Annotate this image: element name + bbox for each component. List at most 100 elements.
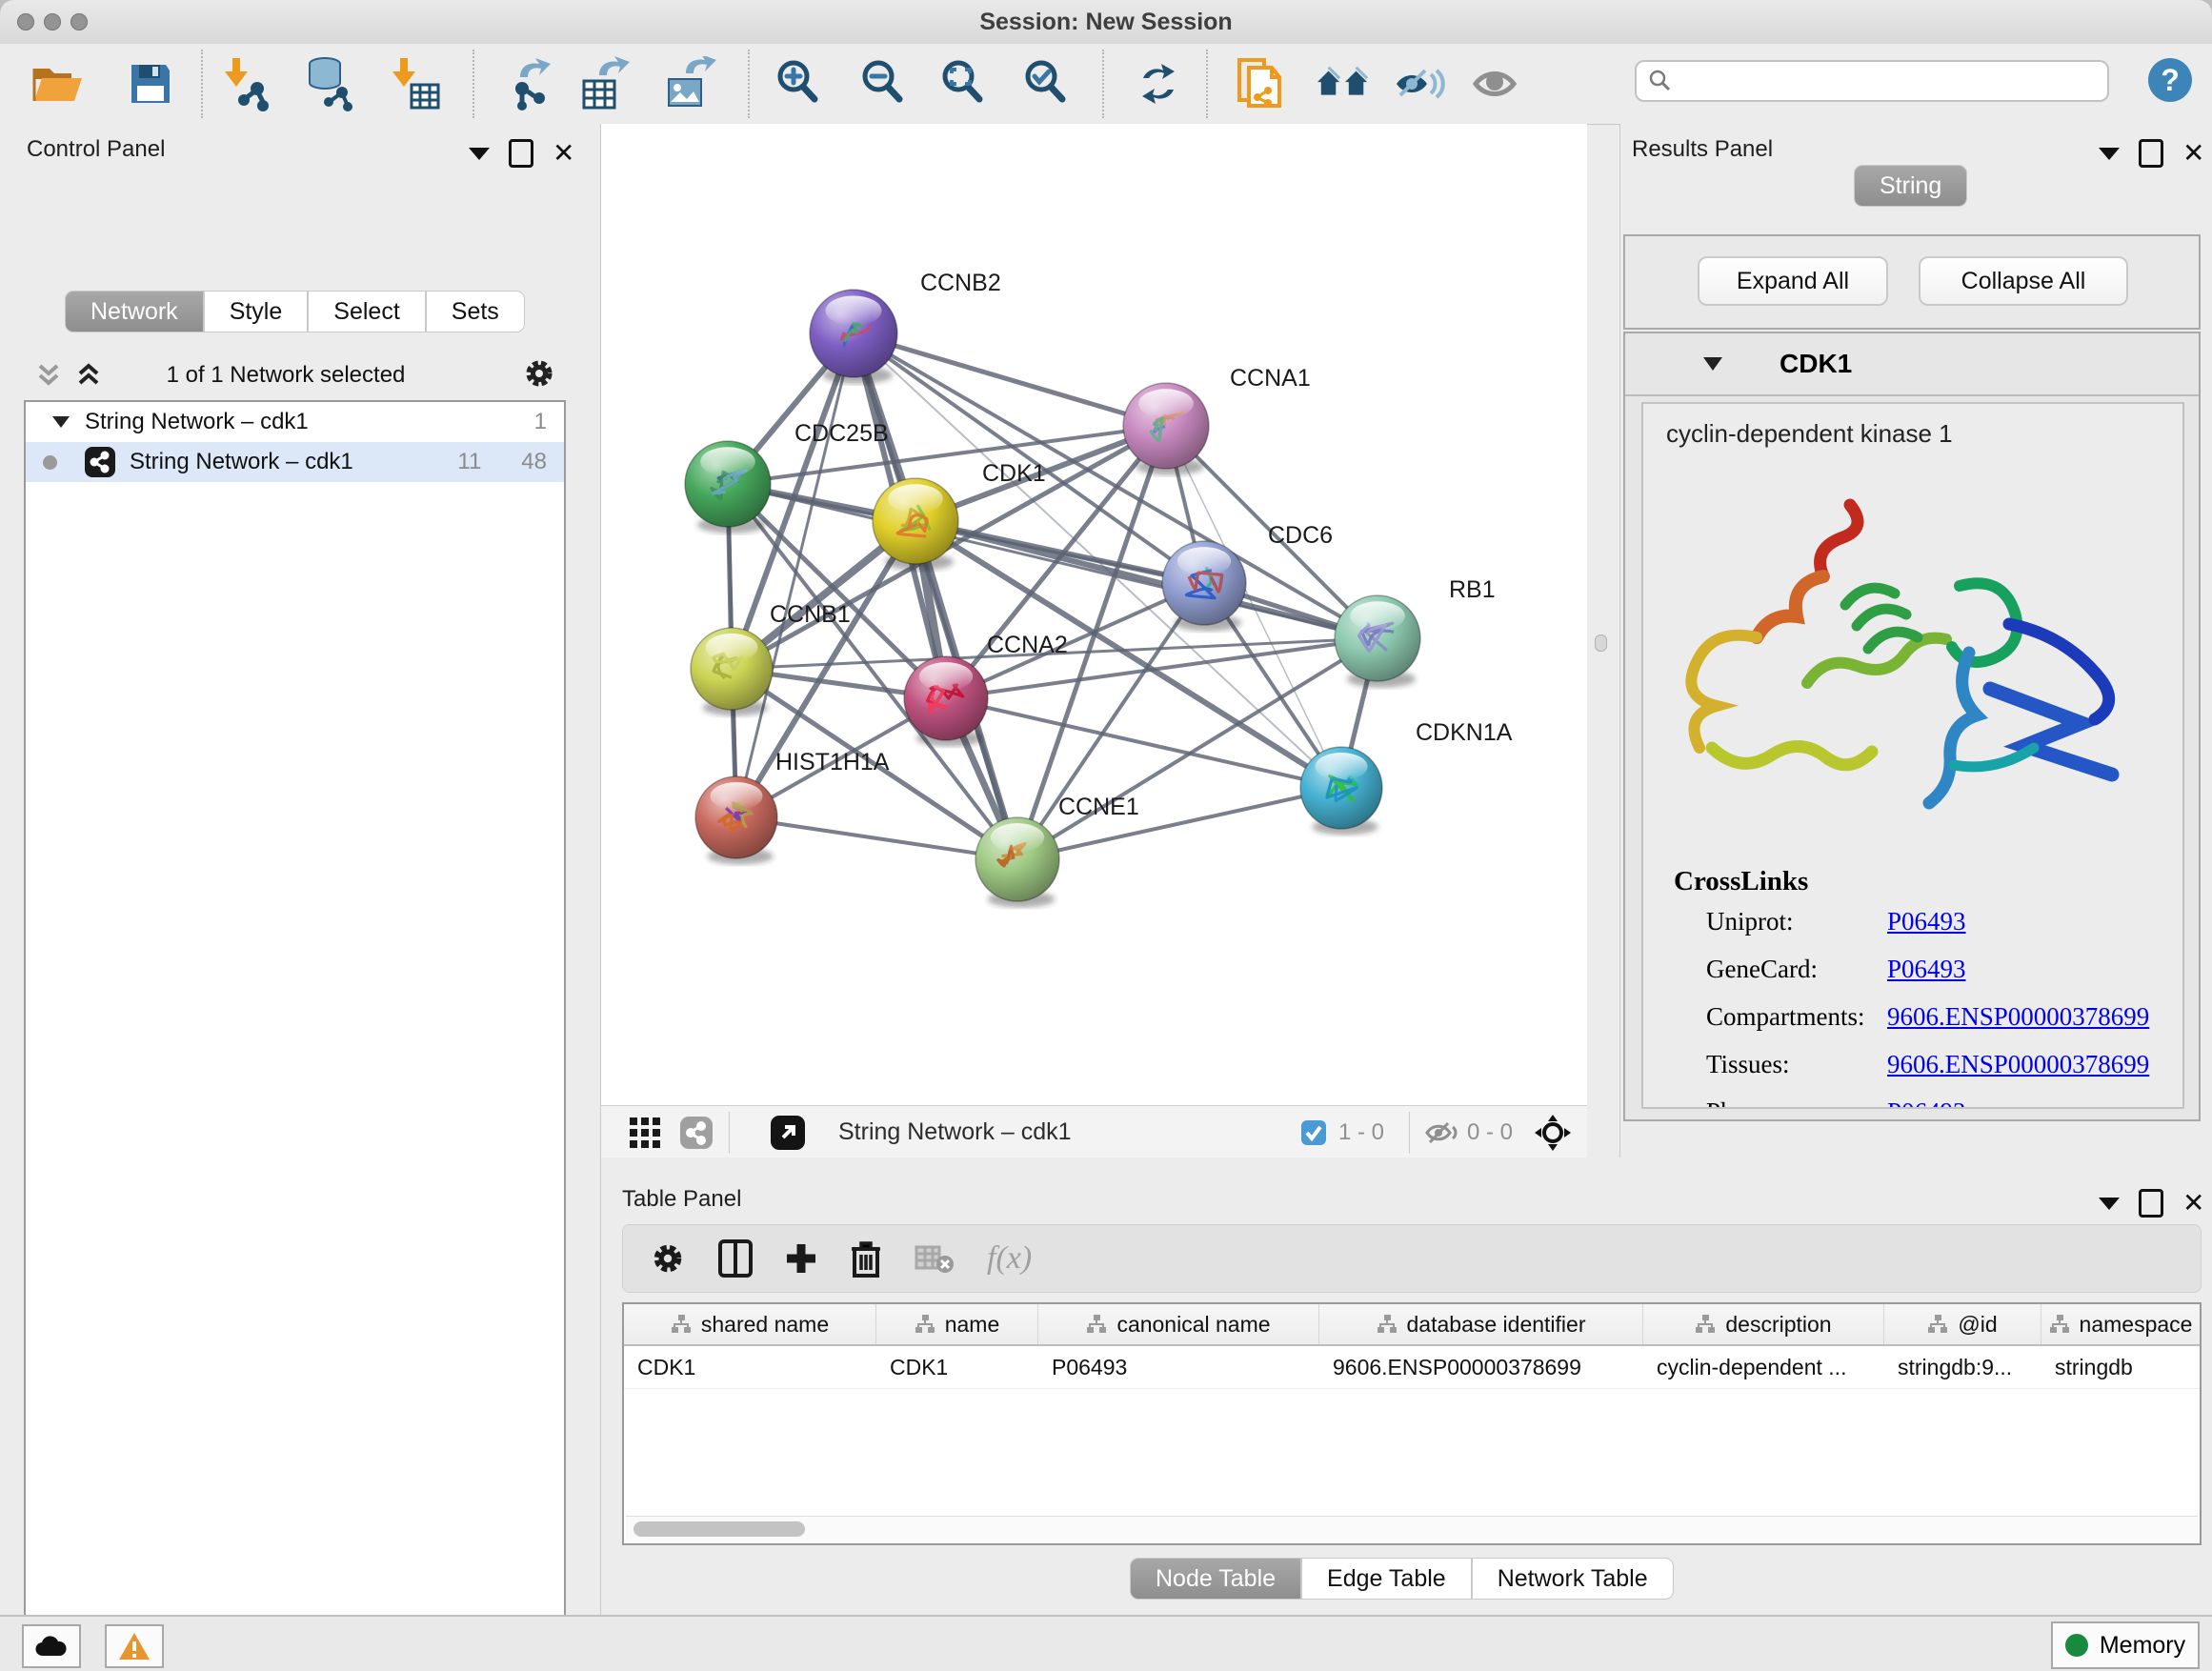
collapse-all-networks-icon[interactable] bbox=[74, 360, 103, 389]
table-panel-menu-icon[interactable] bbox=[2099, 1198, 2120, 1210]
crosslink-uniprot[interactable]: P06493 bbox=[1887, 907, 1966, 936]
import-network-from-database-icon[interactable] bbox=[303, 56, 358, 111]
column-header-canonical-name[interactable]: canonical name bbox=[1038, 1304, 1319, 1344]
save-session-icon[interactable] bbox=[123, 56, 178, 111]
export-image-icon[interactable] bbox=[662, 56, 717, 111]
network-node-cdk1[interactable] bbox=[873, 478, 958, 571]
table-cell[interactable]: stringdb bbox=[2041, 1346, 2200, 1388]
table-options-gear-icon[interactable] bbox=[650, 1240, 686, 1277]
control-panel-tabs: Network Style Select Sets bbox=[65, 291, 525, 332]
network-node-cdc6[interactable] bbox=[1162, 541, 1246, 632]
network-status-dot bbox=[43, 455, 57, 470]
table-row[interactable]: CDK1CDK1P064939606.ENSP00000378699cyclin… bbox=[624, 1346, 2200, 1389]
table-cell[interactable]: CDK1 bbox=[876, 1346, 1038, 1388]
help-icon[interactable]: ? bbox=[2148, 58, 2192, 102]
table-panel-float-icon[interactable] bbox=[2139, 1189, 2163, 1218]
zoom-selected-icon[interactable] bbox=[1019, 56, 1075, 111]
zoom-out-icon[interactable] bbox=[856, 56, 912, 111]
show-graphics-icon[interactable] bbox=[1471, 56, 1526, 111]
network-canvas[interactable]: CCNB2CCNA1CDC25BCDK1CDC6RB1CCNB1CCNA2CDK… bbox=[600, 124, 1587, 1105]
tab-select[interactable]: Select bbox=[308, 291, 425, 332]
network-edge[interactable] bbox=[946, 698, 1341, 788]
import-network-icon[interactable] bbox=[220, 56, 275, 111]
delete-column-icon[interactable] bbox=[850, 1239, 882, 1278]
results-panel-close-icon[interactable]: ✕ bbox=[2182, 142, 2204, 165]
column-header--id[interactable]: @id bbox=[1884, 1304, 2041, 1344]
vertical-splitter-handle[interactable] bbox=[1595, 634, 1607, 652]
table-cell[interactable]: cyclin-dependent ... bbox=[1643, 1346, 1884, 1388]
crosslink-compartments[interactable]: 9606.ENSP00000378699 bbox=[1887, 1002, 2149, 1032]
column-header-namespace[interactable]: namespace bbox=[2041, 1304, 2200, 1344]
network-node-hist1h1a[interactable] bbox=[695, 776, 777, 864]
crosslink-tissues[interactable]: 9606.ENSP00000378699 bbox=[1887, 1050, 2149, 1079]
tab-network-table[interactable]: Network Table bbox=[1472, 1558, 1674, 1600]
collapse-all-button[interactable]: Collapse All bbox=[1919, 256, 2128, 306]
crosslink-genecard[interactable]: P06493 bbox=[1887, 955, 1966, 984]
network-node-cdkn1a[interactable] bbox=[1300, 747, 1382, 835]
cloud-button[interactable] bbox=[22, 1624, 81, 1668]
zoom-in-icon[interactable] bbox=[772, 56, 827, 111]
zoom-fit-icon[interactable] bbox=[936, 56, 992, 111]
control-panel-float-icon[interactable] bbox=[509, 139, 533, 168]
control-panel-close-icon[interactable]: ✕ bbox=[553, 142, 574, 165]
network-node-ccnb1[interactable] bbox=[691, 628, 773, 715]
network-edge[interactable] bbox=[854, 333, 1166, 426]
tab-edge-table[interactable]: Edge Table bbox=[1301, 1558, 1472, 1600]
import-table-icon[interactable] bbox=[388, 56, 443, 111]
results-panel-menu-icon[interactable] bbox=[2099, 148, 2120, 160]
network-node-ccne1[interactable] bbox=[975, 817, 1059, 908]
control-panel-menu-icon[interactable] bbox=[469, 148, 490, 160]
delete-table-icon bbox=[915, 1243, 955, 1274]
home-view-icon[interactable] bbox=[1316, 56, 1371, 111]
tab-string[interactable]: String bbox=[1854, 165, 1967, 207]
section-collapse-icon[interactable] bbox=[1701, 355, 1724, 372]
tab-node-table[interactable]: Node Table bbox=[1130, 1558, 1301, 1600]
export-table-icon[interactable] bbox=[577, 56, 633, 111]
network-row[interactable]: String Network – cdk1 11 48 bbox=[26, 442, 564, 482]
network-edge-count: 48 bbox=[521, 449, 547, 475]
table-cell[interactable]: CDK1 bbox=[624, 1346, 876, 1388]
toolbar-separator bbox=[729, 1112, 730, 1154]
network-options-gear-icon[interactable] bbox=[522, 356, 556, 391]
results-panel-float-icon[interactable] bbox=[2139, 139, 2163, 168]
status-bar: Memory bbox=[0, 1615, 2212, 1671]
column-header-description[interactable]: description bbox=[1643, 1304, 1884, 1344]
birds-eye-navigate-icon[interactable] bbox=[1534, 1114, 1572, 1152]
network-view-mode-icon[interactable] bbox=[679, 1116, 714, 1150]
column-header-shared-name[interactable]: shared name bbox=[624, 1304, 876, 1344]
table-cell[interactable]: 9606.ENSP00000378699 bbox=[1319, 1346, 1643, 1388]
network-node-cdc25b[interactable] bbox=[685, 441, 771, 534]
collection-expand-icon[interactable] bbox=[50, 414, 71, 430]
cloud-icon bbox=[35, 1635, 68, 1658]
selected-items-checkbox-icon[interactable] bbox=[1300, 1119, 1327, 1146]
tab-style[interactable]: Style bbox=[204, 291, 309, 332]
table-cell[interactable]: P06493 bbox=[1038, 1346, 1319, 1388]
refresh-icon[interactable] bbox=[1131, 56, 1186, 111]
tab-network[interactable]: Network bbox=[65, 291, 204, 332]
network-node-rb1[interactable] bbox=[1335, 595, 1420, 688]
node-section-header[interactable]: CDK1 bbox=[1625, 333, 2199, 396]
column-header-name[interactable]: name bbox=[876, 1304, 1038, 1344]
crosslink-pharos[interactable]: P06493 bbox=[1887, 1097, 1966, 1109]
expand-all-button[interactable]: Expand All bbox=[1698, 256, 1888, 306]
network-collection-row[interactable]: String Network – cdk1 1 bbox=[26, 402, 564, 442]
open-file-icon[interactable] bbox=[30, 56, 86, 111]
network-node-ccna2[interactable] bbox=[904, 656, 988, 747]
grid-view-icon[interactable] bbox=[628, 1116, 662, 1150]
warnings-button[interactable] bbox=[105, 1624, 164, 1668]
hide-unhide-icon[interactable] bbox=[1392, 56, 1447, 111]
expand-all-networks-icon[interactable] bbox=[34, 360, 63, 389]
column-header-database-identifier[interactable]: database identifier bbox=[1319, 1304, 1643, 1344]
detach-view-icon[interactable] bbox=[770, 1115, 806, 1151]
scrollbar-thumb[interactable] bbox=[633, 1521, 805, 1537]
table-horizontal-scrollbar[interactable] bbox=[626, 1516, 2198, 1541]
duplicate-network-icon[interactable] bbox=[1233, 56, 1288, 111]
memory-button[interactable]: Memory bbox=[2051, 1621, 2200, 1669]
tab-sets[interactable]: Sets bbox=[426, 291, 525, 332]
table-cell[interactable]: stringdb:9... bbox=[1884, 1346, 2041, 1388]
export-network-icon[interactable] bbox=[502, 56, 557, 111]
search-input[interactable] bbox=[1673, 67, 2077, 95]
show-columns-icon[interactable] bbox=[718, 1239, 753, 1278]
add-column-icon[interactable] bbox=[785, 1242, 817, 1275]
table-panel-close-icon[interactable]: ✕ bbox=[2182, 1192, 2204, 1215]
